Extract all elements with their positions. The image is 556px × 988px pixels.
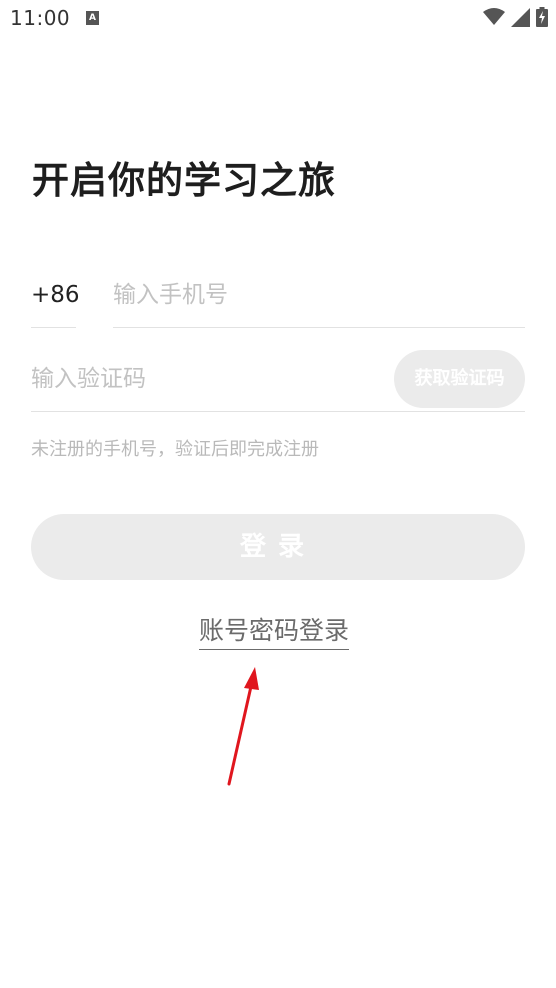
- battery-charging-icon: [536, 7, 548, 27]
- status-bar: 11:00 A: [0, 0, 556, 38]
- status-icons: [483, 7, 548, 27]
- password-login-link[interactable]: 账号密码登录: [199, 611, 350, 650]
- status-time: 11:00: [10, 6, 71, 30]
- page-title: 开启你的学习之旅: [32, 159, 336, 202]
- get-code-button[interactable]: 获取验证码: [394, 350, 525, 408]
- annotation-arrow-icon: [227, 667, 259, 786]
- wifi-icon: [483, 8, 505, 25]
- phone-field[interactable]: [113, 270, 525, 328]
- signal-icon: [511, 7, 530, 27]
- verification-code-field[interactable]: 获取验证码: [31, 350, 525, 412]
- phone-input[interactable]: [113, 282, 525, 308]
- country-code-label: +86: [31, 282, 80, 308]
- notification-a-icon: A: [86, 11, 99, 25]
- login-button[interactable]: 登录: [31, 514, 525, 580]
- registration-hint: 未注册的手机号，验证后即完成注册: [31, 439, 319, 460]
- country-code-selector[interactable]: +86: [31, 270, 80, 328]
- verification-code-input[interactable]: [31, 366, 371, 392]
